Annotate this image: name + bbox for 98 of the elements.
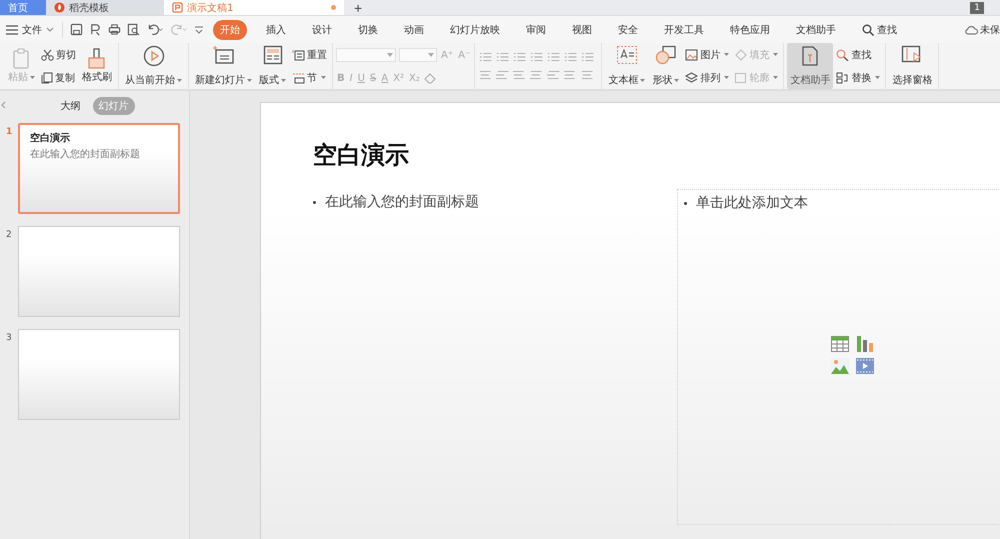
scissors-icon — [41, 48, 54, 60]
caret-icon — [30, 76, 35, 79]
new-slide-button[interactable]: 新建幻灯片 — [192, 43, 255, 89]
caret-icon — [724, 76, 730, 79]
thumbnail-title: 空白演示 — [30, 132, 70, 145]
print-preview-icon[interactable] — [127, 23, 140, 36]
copy-button[interactable]: 复制 — [39, 70, 78, 86]
replace-icon — [836, 72, 850, 84]
arrange-button[interactable]: 排列 — [683, 70, 732, 86]
redo-icon[interactable] — [170, 23, 188, 36]
new-slide-icon — [212, 45, 234, 65]
shape-button[interactable]: 形状 — [649, 43, 682, 89]
ribbon-tab[interactable]: 安全 — [611, 20, 645, 40]
square-outline-icon — [734, 72, 748, 84]
play-from-current-button[interactable]: 从当前开始 — [122, 43, 185, 89]
caret-icon — [875, 76, 880, 79]
caret-icon — [387, 53, 393, 57]
content-placeholder-box[interactable]: 单击此处添加文本 — [677, 189, 1000, 525]
copy-icon — [41, 72, 53, 84]
slide-thumbnail[interactable] — [18, 226, 180, 317]
text-box-button[interactable]: 文本框 — [605, 43, 648, 89]
bullet-icon — [313, 200, 316, 204]
reset-slide-icon — [292, 48, 305, 60]
cloud-status[interactable]: 未保 — [964, 22, 1000, 36]
subtitle-placeholder[interactable]: 在此输入您的封面副标题 — [325, 193, 479, 211]
document-assistant-button[interactable]: 文档助手 — [787, 43, 834, 89]
ribbon-tab[interactable]: 设计 — [305, 20, 339, 40]
layout-icon — [262, 45, 282, 65]
flame-icon — [54, 2, 65, 13]
ribbon-tab[interactable]: 插入 — [259, 20, 293, 40]
slide-thumbnail[interactable] — [18, 329, 180, 420]
document-icon — [801, 45, 820, 67]
cut-button[interactable]: 剪切 — [39, 46, 78, 62]
slide-number: 1 — [6, 126, 14, 139]
caret-icon — [428, 53, 434, 57]
caret-icon — [773, 76, 778, 79]
insert-chart-icon[interactable] — [856, 336, 874, 352]
section-button[interactable]: 节 — [290, 70, 329, 86]
undo-icon[interactable] — [146, 23, 164, 36]
caret-icon — [773, 53, 778, 56]
search-icon — [836, 48, 850, 60]
ribbon-tab[interactable]: 切换 — [351, 20, 385, 40]
insert-video-icon[interactable] — [856, 358, 874, 374]
print-icon[interactable] — [108, 23, 121, 36]
slide-title[interactable]: 空白演示 — [313, 139, 1000, 189]
ribbon-tab[interactable]: 文档助手 — [789, 20, 843, 40]
page-badge: 1 — [970, 2, 984, 14]
section-icon — [292, 72, 305, 84]
reset-button[interactable]: 重置 — [290, 46, 329, 62]
insert-picture-icon[interactable] — [831, 358, 849, 374]
caret-icon — [724, 53, 730, 56]
caret-icon — [177, 78, 182, 82]
ribbon-tab[interactable]: 开发工具 — [657, 20, 711, 40]
cloud-icon — [964, 24, 978, 35]
font-name-field[interactable] — [336, 48, 396, 62]
shapes-icon — [654, 45, 677, 65]
document-tab[interactable]: 稻壳模板 — [46, 0, 164, 15]
slide-number: 3 — [6, 332, 13, 345]
replace-button[interactable]: 替换 — [834, 70, 882, 86]
caret-icon — [674, 78, 680, 82]
caret-icon — [321, 76, 326, 79]
caret-icon — [281, 78, 286, 82]
font-size-field[interactable] — [399, 48, 437, 62]
new-tab-button[interactable]: + — [344, 0, 372, 15]
presentation-icon — [172, 2, 183, 13]
menu-icon — [6, 24, 18, 34]
save-icon[interactable] — [70, 23, 83, 36]
ribbon-tab[interactable]: 特色应用 — [723, 20, 777, 40]
layout-button[interactable]: 版式 — [256, 43, 289, 89]
play-icon — [142, 45, 164, 67]
clipboard-icon — [12, 48, 32, 70]
caret-icon — [247, 78, 252, 82]
file-menu[interactable]: 文件 — [4, 22, 56, 36]
picture-button[interactable]: 图片 — [683, 46, 732, 62]
bullet-icon — [684, 202, 687, 204]
format-painter-button[interactable]: 格式刷 — [79, 46, 115, 86]
slide-thumbnail[interactable]: 空白演示 在此输入您的封面副标题 — [18, 123, 180, 214]
image-icon — [685, 48, 698, 60]
ribbon-tab[interactable]: 审阅 — [519, 20, 553, 40]
collapse-icon[interactable] — [0, 101, 6, 109]
layers-icon — [685, 72, 698, 84]
paintbrush-icon — [87, 48, 107, 70]
caret-icon — [640, 78, 646, 82]
search-icon — [862, 24, 874, 36]
customize-caret-icon[interactable] — [194, 24, 204, 34]
ribbon-tab[interactable]: 动画 — [397, 20, 431, 40]
view-tab[interactable]: 大纲 — [54, 97, 86, 115]
selection-pane-button[interactable]: 选择窗格 — [889, 43, 936, 89]
slide-number: 2 — [6, 229, 13, 242]
find-button[interactable]: 查找 — [834, 46, 882, 62]
content-placeholder-text: 单击此处添加文本 — [696, 194, 808, 212]
ribbon-tab[interactable]: 视图 — [565, 20, 599, 40]
thumbnail-subtitle: 在此输入您的封面副标题 — [30, 148, 140, 161]
ribbon-tab[interactable]: 幻灯片放映 — [443, 20, 507, 40]
text-box-icon — [616, 45, 638, 65]
insert-table-icon[interactable] — [831, 336, 849, 352]
ribbon-tab[interactable]: 查找 — [855, 20, 904, 40]
caret-icon — [46, 27, 54, 32]
